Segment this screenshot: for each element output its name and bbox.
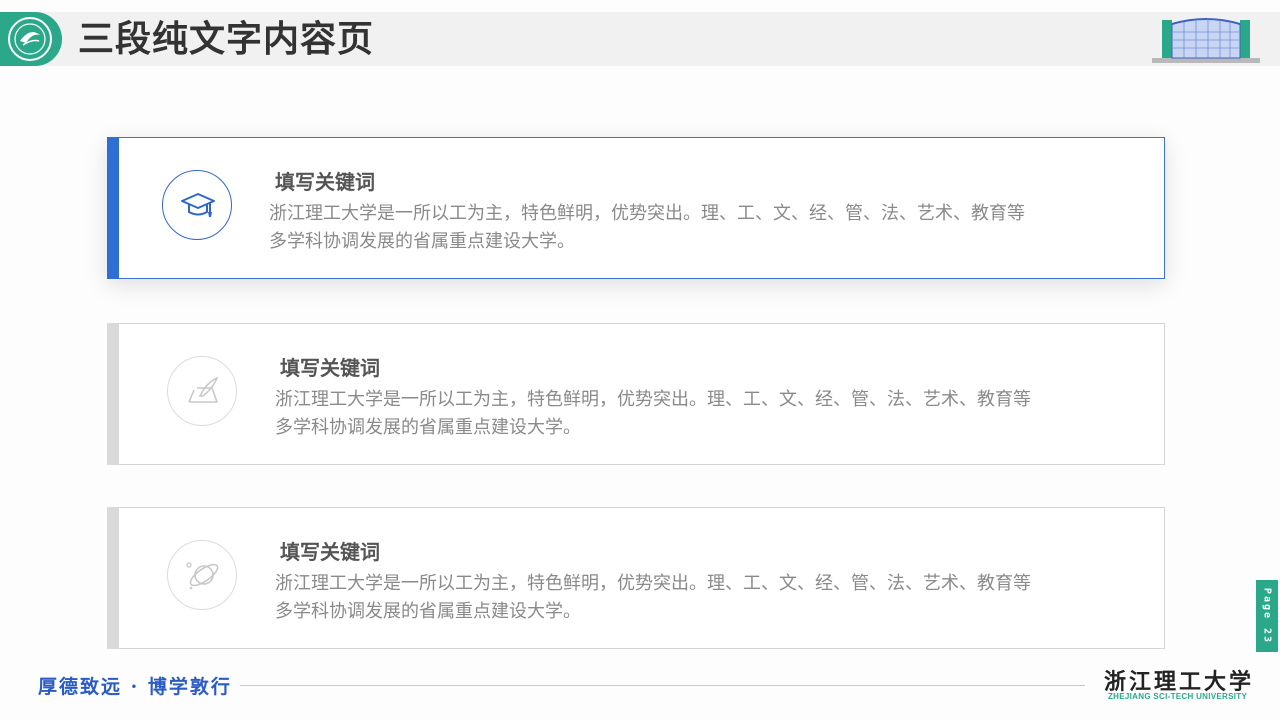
content-card-1[interactable]: 填写关键词 浙江理工大学是一所以工为主，特色鲜明，优势突出。理、工、文、经、管、… [107, 137, 1165, 279]
card-description-line: 浙江理工大学是一所以工为主，特色鲜明，优势突出。理、工、文、经、管、法、艺术、教… [269, 203, 1025, 224]
page-title: 三段纯文字内容页 [78, 19, 375, 60]
card-description-line: 多学科协调发展的省属重点建设大学。 [269, 231, 575, 252]
content-card-2[interactable]: 填写关键词 浙江理工大学是一所以工为主，特色鲜明，优势突出。理、工、文、经、管、… [107, 323, 1165, 465]
page-number: Page 23 [1261, 587, 1273, 645]
card-title: 填写关键词 [280, 540, 380, 564]
card-title: 填写关键词 [275, 170, 375, 194]
card-description: 浙江理工大学是一所以工为主，特色鲜明，优势突出。理、工、文、经、管、法、艺术、教… [275, 570, 1135, 626]
card-description-line: 浙江理工大学是一所以工为主，特色鲜明，优势突出。理、工、文、经、管、法、艺术、教… [275, 389, 1031, 410]
building-illustration-icon [1150, 14, 1262, 68]
university-seal-icon [8, 17, 52, 61]
university-name-en: ZHEJIANG SCI-TECH UNIVERSITY [1108, 692, 1248, 701]
card-title: 填写关键词 [280, 356, 380, 380]
card-accent-bar [107, 323, 119, 465]
card-description-line: 浙江理工大学是一所以工为主，特色鲜明，优势突出。理、工、文、经、管、法、艺术、教… [275, 573, 1031, 594]
graduation-cap-icon [162, 170, 232, 240]
logo-badge [0, 12, 62, 66]
footer-motto: 厚德致远 · 博学敦行 [38, 676, 232, 698]
card-description-line: 多学科协调发展的省属重点建设大学。 [275, 417, 581, 438]
card-description-line: 多学科协调发展的省属重点建设大学。 [275, 601, 581, 622]
content-card-3[interactable]: 填写关键词 浙江理工大学是一所以工为主，特色鲜明，优势突出。理、工、文、经、管、… [107, 507, 1165, 649]
pen-paper-icon [167, 356, 237, 426]
card-accent-bar [107, 137, 119, 279]
card-accent-bar [107, 507, 119, 649]
page-number-tab: Page 23 [1256, 580, 1278, 652]
card-description: 浙江理工大学是一所以工为主，特色鲜明，优势突出。理、工、文、经、管、法、艺术、教… [269, 200, 1129, 256]
footer-divider [240, 685, 1085, 686]
planet-icon [167, 540, 237, 610]
card-description: 浙江理工大学是一所以工为主，特色鲜明，优势突出。理、工、文、经、管、法、艺术、教… [275, 386, 1135, 442]
